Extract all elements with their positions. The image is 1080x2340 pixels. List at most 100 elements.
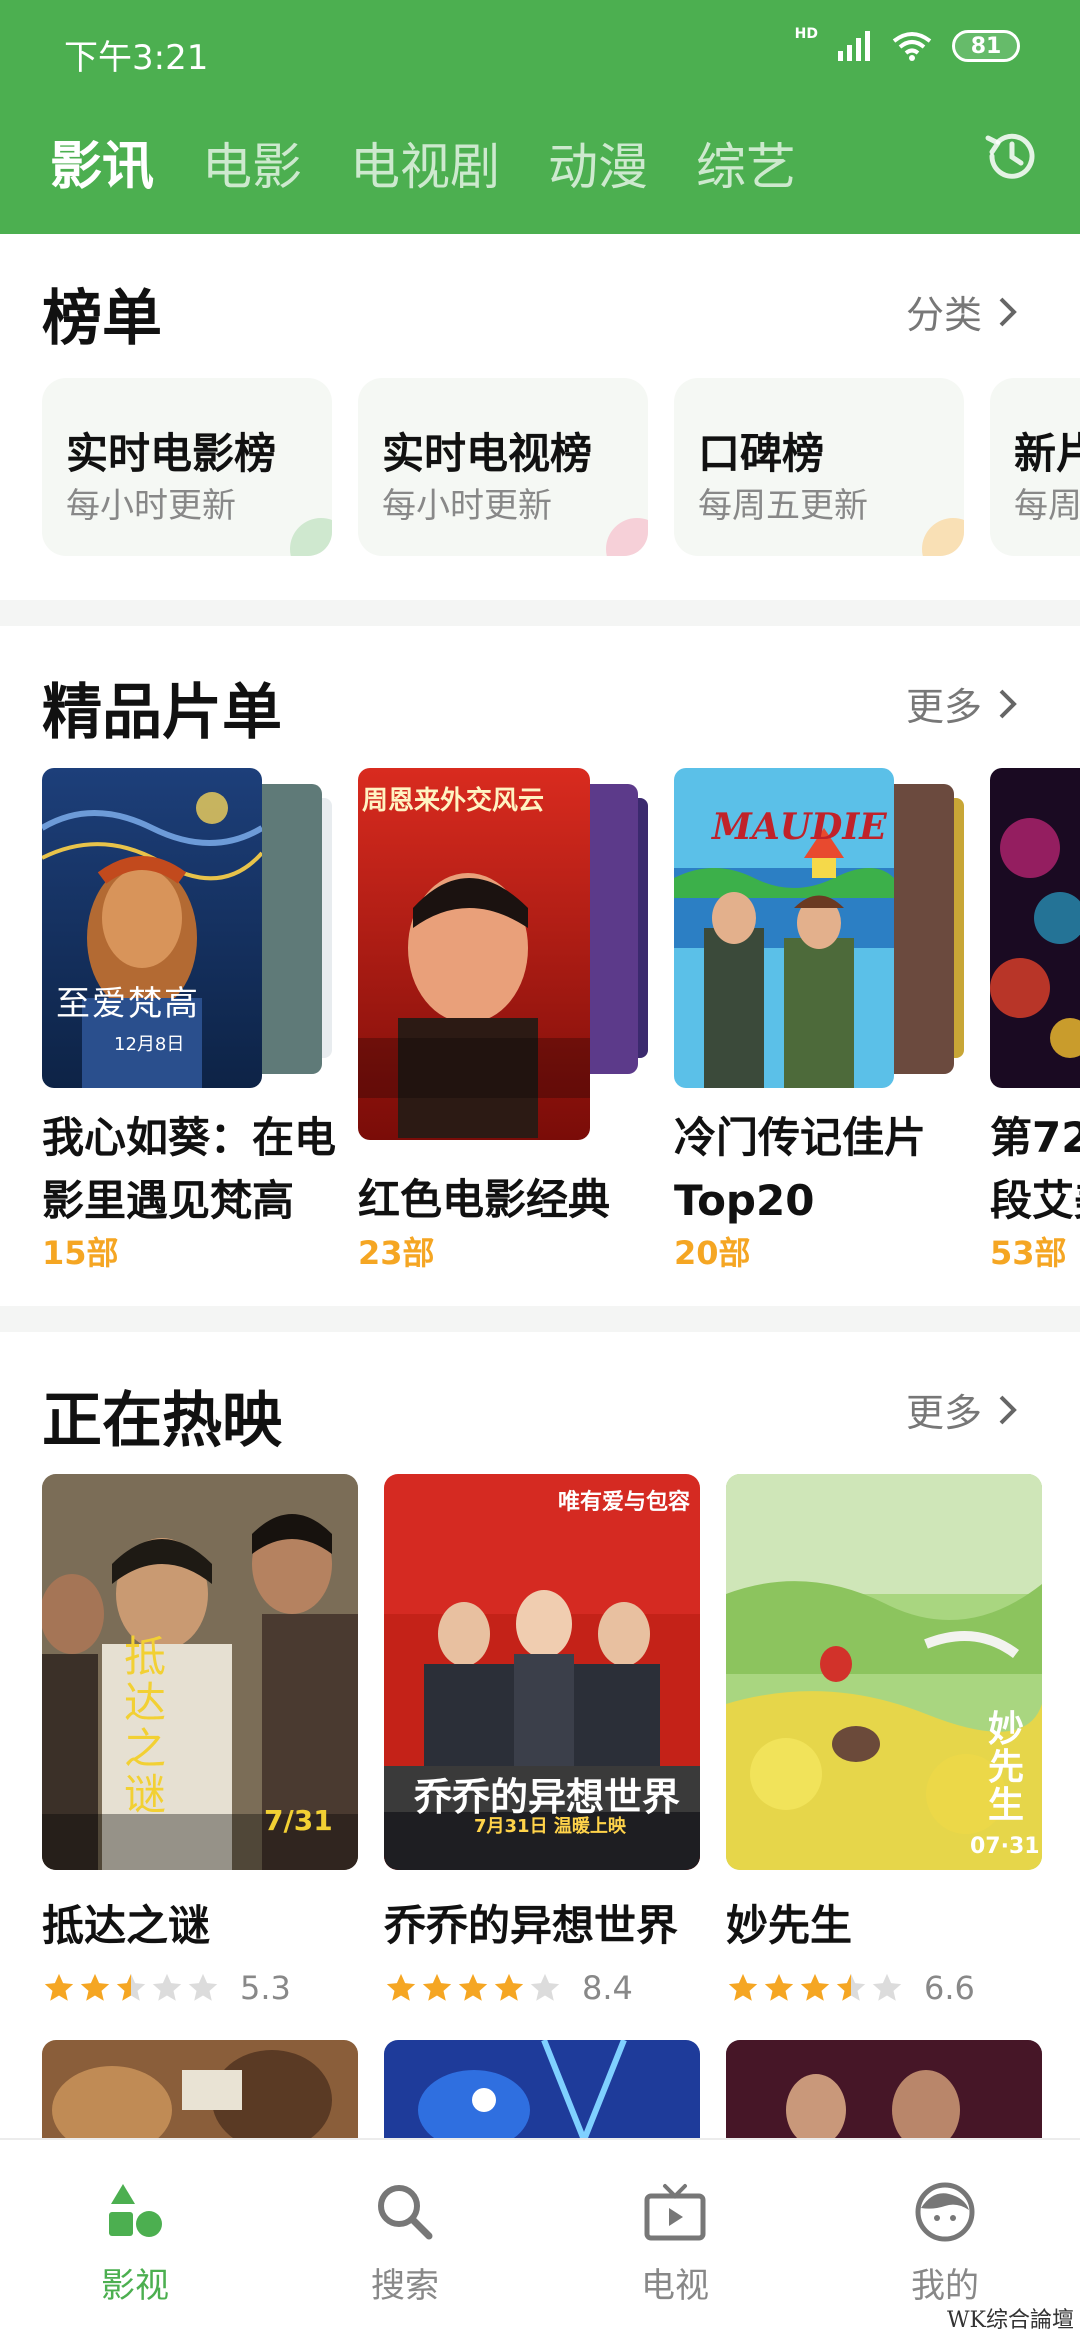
playlist-card-van-gogh[interactable]: 至爱梵高 12月8日 我心如葵：在电 影里遇见梵高 15部 xyxy=(42,768,336,1272)
poster-title-text: 妙先生 xyxy=(988,1708,1025,1826)
playlist-cover xyxy=(990,768,1080,1088)
rank-section-title: 榜单 xyxy=(42,284,162,354)
movie-card-mr-miao[interactable]: 妙先生 07·31 妙先生 6.6 xyxy=(726,1474,1042,2007)
section-divider xyxy=(0,1306,1080,1332)
rank-card-subtitle: 每周 xyxy=(1014,486,1080,526)
poster-title-text: MAUDIE xyxy=(712,806,887,848)
movie-score: 6.6 xyxy=(924,1969,975,2007)
star-icon xyxy=(530,1973,560,2001)
nav-label: 电视 xyxy=(641,2266,709,2306)
movie-poster: 唯有爱与包容 乔乔的异想世界 7月31日 温暖上映 xyxy=(384,1474,700,1870)
rank-card-accent xyxy=(606,518,648,556)
poster-date-text: 07·31 xyxy=(970,1834,1040,1859)
status-icons: HD 81 xyxy=(795,27,1020,62)
star-icon xyxy=(872,1973,902,2001)
nav-label: 我的 xyxy=(911,2266,979,2306)
rank-card-title: 实时电视榜 xyxy=(382,429,593,478)
star-icon xyxy=(152,1973,182,2001)
rank-card-realtime-movies[interactable]: 实时电影榜 每小时更新 xyxy=(42,378,332,556)
star-icon xyxy=(422,1973,452,2001)
poster-date-text: 7/31 xyxy=(264,1804,333,1837)
nav-label: 影视 xyxy=(101,2266,169,2306)
playlist-name: 我心如葵：在电 影里遇见梵高 xyxy=(42,1113,337,1225)
rank-card-title: 实时电影榜 xyxy=(66,429,277,478)
playlist-poster-stack xyxy=(990,768,1080,1088)
movie-card-enigma-of-arrival[interactable]: 抵达之谜 7/31 抵达之谜 5.3 xyxy=(42,1474,358,2007)
poster-title-text: 至爱梵高 xyxy=(56,984,200,1024)
movie-card-jojo-rabbit[interactable]: 唯有爱与包容 乔乔的异想世界 7月31日 温暖上映 乔乔的异想世界 8.4 xyxy=(384,1474,700,2007)
star-icon xyxy=(800,1973,830,2001)
poster-date-text: 7月31日 温暖上映 xyxy=(474,1816,626,1837)
tab-anime[interactable]: 动漫 xyxy=(548,127,648,199)
section-divider xyxy=(0,600,1080,626)
star-icon xyxy=(494,1973,524,2001)
tv-play-icon xyxy=(644,2184,706,2241)
playlist-cover: 至爱梵高 12月8日 xyxy=(42,768,262,1088)
playlist-poster-stack: 周恩来外交风云 xyxy=(358,768,648,1140)
playlist-more-label: 更多 xyxy=(905,685,982,729)
rank-more-label: 分类 xyxy=(905,293,982,337)
movie-poster-next-row[interactable] xyxy=(42,2040,358,2140)
playlist-cover: MAUDIE xyxy=(674,768,894,1088)
chevron-right-icon xyxy=(999,689,1017,718)
rating-stars xyxy=(726,1971,904,2005)
star-icon xyxy=(458,1973,488,2001)
playlist-count: 53部 xyxy=(990,1234,1067,1272)
status-time: 下午3:21 xyxy=(64,38,209,78)
movie-rating: 8.4 xyxy=(384,1969,700,2007)
playlist-name: 冷门传记佳片 Top20 xyxy=(674,1113,927,1225)
rank-card-subtitle: 每周五更新 xyxy=(698,486,868,526)
search-icon xyxy=(378,2185,433,2240)
poster-tagline-text: 唯有爱与包容 xyxy=(558,1490,691,1515)
star-icon xyxy=(44,1973,74,2001)
history-icon[interactable] xyxy=(980,124,1044,188)
tab-news[interactable]: 影讯 xyxy=(50,124,154,199)
wifi-icon xyxy=(892,32,932,61)
nav-item-movies-tv[interactable]: 影视 xyxy=(35,2140,235,2340)
rank-category-link[interactable]: 分类 xyxy=(906,284,1020,339)
movie-poster: 抵达之谜 7/31 xyxy=(42,1474,358,1870)
movie-poster-next-row[interactable] xyxy=(726,2040,1042,2140)
movie-rating: 6.6 xyxy=(726,1969,1042,2007)
now-showing-title: 正在热映 xyxy=(42,1386,282,1456)
nav-label: 搜索 xyxy=(371,2266,439,2306)
star-icon xyxy=(386,1973,416,2001)
tab-variety[interactable]: 综艺 xyxy=(696,127,796,199)
rank-card-new-releases[interactable]: 新片 每周 xyxy=(990,378,1080,556)
movie-title: 妙先生 xyxy=(726,1901,853,1950)
top-header: 下午3:21 HD 81 影讯 电影 电视剧 动漫 综艺 xyxy=(0,0,1080,234)
nav-item-tv[interactable]: 电视 xyxy=(575,2140,775,2340)
playlist-count: 20部 xyxy=(674,1234,751,1272)
rating-stars xyxy=(42,1971,220,2005)
playlist-poster-stack: MAUDIE xyxy=(674,768,964,1088)
playlist-more-link[interactable]: 更多 xyxy=(906,676,1020,731)
tab-movies[interactable]: 电影 xyxy=(202,127,302,199)
playlist-section-title: 精品片单 xyxy=(42,678,282,748)
star-icon xyxy=(116,1973,146,2001)
rank-card-realtime-tv[interactable]: 实时电视榜 每小时更新 xyxy=(358,378,648,556)
tab-tv-series[interactable]: 电视剧 xyxy=(350,127,500,199)
watermark-text: WK综合論壇 xyxy=(946,2308,1074,2333)
playlist-card-red-classics[interactable]: 周恩来外交风云 红色电影经典 23部 xyxy=(358,768,648,1272)
rank-card-accent xyxy=(922,518,964,556)
playlist-card-biopics[interactable]: MAUDIE 冷门传记佳片 Top20 20部 xyxy=(674,768,964,1272)
star-icon xyxy=(836,1973,866,2001)
chevron-right-icon xyxy=(999,1395,1017,1424)
poster-date-text: 12月8日 xyxy=(114,1034,185,1055)
rank-card-subtitle: 每小时更新 xyxy=(66,486,236,526)
nav-item-search[interactable]: 搜索 xyxy=(305,2140,505,2340)
playlist-count: 23部 xyxy=(358,1234,435,1272)
now-showing-more-link[interactable]: 更多 xyxy=(906,1382,1020,1437)
battery-indicator: 81 xyxy=(952,30,1020,62)
rank-card-subtitle: 每小时更新 xyxy=(382,486,552,526)
rank-card-reputation[interactable]: 口碑榜 每周五更新 xyxy=(674,378,964,556)
signal-icon xyxy=(838,31,870,61)
star-icon xyxy=(764,1973,794,2001)
movie-title: 乔乔的异想世界 xyxy=(384,1901,679,1950)
profile-face-icon xyxy=(915,2182,975,2242)
star-icon xyxy=(80,1973,110,2001)
playlist-card-emmy[interactable]: 第72 段艾美 53部 xyxy=(990,768,1080,1288)
movie-poster-next-row[interactable] xyxy=(384,2040,700,2140)
star-icon xyxy=(188,1973,218,2001)
movie-score: 5.3 xyxy=(240,1969,291,2007)
